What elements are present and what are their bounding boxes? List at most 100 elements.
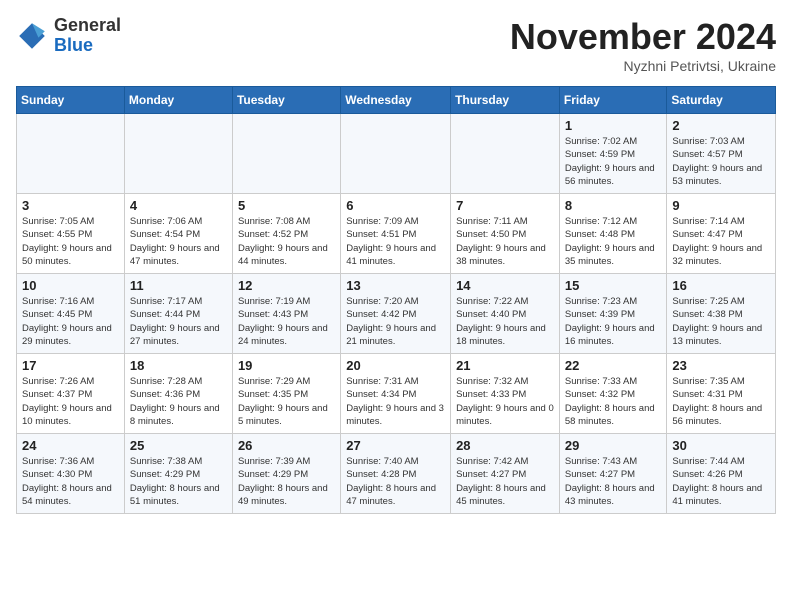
day-number: 18 — [130, 358, 227, 373]
day-number: 15 — [565, 278, 662, 293]
calendar-cell: 15 Sunrise: 7:23 AM Sunset: 4:39 PM Dayli… — [559, 274, 667, 354]
weekday-header-friday: Friday — [559, 87, 667, 114]
calendar-cell: 21Sunrise: 7:32 AM Sunset: 4:33 PM Dayli… — [451, 354, 560, 434]
day-info: Sunrise: 7:28 AM Sunset: 4:36 PM Dayligh… — [130, 375, 227, 428]
weekday-header-tuesday: Tuesday — [232, 87, 340, 114]
week-row-3: 10 Sunrise: 7:16 AM Sunset: 4:45 PM Dayli… — [17, 274, 776, 354]
day-info: Sunrise: 7:35 AM Sunset: 4:31 PM Dayligh… — [672, 375, 770, 428]
calendar-cell: 16 Sunrise: 7:25 AM Sunset: 4:38 PM Dayli… — [667, 274, 776, 354]
day-number: 21 — [456, 358, 554, 373]
day-number: 22 — [565, 358, 662, 373]
day-info: Sunrise: 7:16 AM Sunset: 4:45 PM Dayligh… — [22, 295, 119, 348]
calendar-cell — [17, 114, 125, 194]
day-number: 9 — [672, 198, 770, 213]
calendar-cell — [124, 114, 232, 194]
day-info: Sunrise: 7:36 AM Sunset: 4:30 PM Dayligh… — [22, 455, 119, 508]
calendar-cell: 5Sunrise: 7:08 AM Sunset: 4:52 PM Daylig… — [232, 194, 340, 274]
day-number: 1 — [565, 118, 662, 133]
calendar-cell: 26Sunrise: 7:39 AM Sunset: 4:29 PM Dayli… — [232, 434, 340, 514]
day-info: Sunrise: 7:43 AM Sunset: 4:27 PM Dayligh… — [565, 455, 662, 508]
week-row-5: 24 Sunrise: 7:36 AM Sunset: 4:30 PM Dayli… — [17, 434, 776, 514]
calendar-cell: 9 Sunrise: 7:14 AM Sunset: 4:47 PM Daylig… — [667, 194, 776, 274]
weekday-header-saturday: Saturday — [667, 87, 776, 114]
calendar-cell: 29 Sunrise: 7:43 AM Sunset: 4:27 PM Dayli… — [559, 434, 667, 514]
calendar-cell: 2 Sunrise: 7:03 AM Sunset: 4:57 PM Daylig… — [667, 114, 776, 194]
day-info: Sunrise: 7:20 AM Sunset: 4:42 PM Dayligh… — [346, 295, 445, 348]
page-header: General Blue November 2024 Nyzhni Petriv… — [16, 16, 776, 74]
day-info: Sunrise: 7:25 AM Sunset: 4:38 PM Dayligh… — [672, 295, 770, 348]
calendar-cell — [341, 114, 451, 194]
day-number: 11 — [130, 278, 227, 293]
day-info: Sunrise: 7:09 AM Sunset: 4:51 PM Dayligh… — [346, 215, 445, 268]
day-number: 7 — [456, 198, 554, 213]
day-number: 19 — [238, 358, 335, 373]
day-number: 4 — [130, 198, 227, 213]
day-number: 24 — [22, 438, 119, 453]
calendar-cell: 20 Sunrise: 7:31 AM Sunset: 4:34 PM Dayli… — [341, 354, 451, 434]
calendar-cell: 11Sunrise: 7:17 AM Sunset: 4:44 PM Dayli… — [124, 274, 232, 354]
logo: General Blue — [16, 16, 121, 56]
day-number: 14 — [456, 278, 554, 293]
day-number: 12 — [238, 278, 335, 293]
day-number: 3 — [22, 198, 119, 213]
weekday-header-sunday: Sunday — [17, 87, 125, 114]
calendar-cell — [451, 114, 560, 194]
day-info: Sunrise: 7:02 AM Sunset: 4:59 PM Dayligh… — [565, 135, 662, 188]
day-number: 10 — [22, 278, 119, 293]
day-info: Sunrise: 7:42 AM Sunset: 4:27 PM Dayligh… — [456, 455, 554, 508]
calendar-cell — [232, 114, 340, 194]
day-info: Sunrise: 7:05 AM Sunset: 4:55 PM Dayligh… — [22, 215, 119, 268]
calendar-cell: 14 Sunrise: 7:22 AM Sunset: 4:40 PM Dayli… — [451, 274, 560, 354]
day-info: Sunrise: 7:23 AM Sunset: 4:39 PM Dayligh… — [565, 295, 662, 348]
day-info: Sunrise: 7:22 AM Sunset: 4:40 PM Dayligh… — [456, 295, 554, 348]
day-info: Sunrise: 7:38 AM Sunset: 4:29 PM Dayligh… — [130, 455, 227, 508]
calendar-cell: 30Sunrise: 7:44 AM Sunset: 4:26 PM Dayli… — [667, 434, 776, 514]
day-info: Sunrise: 7:19 AM Sunset: 4:43 PM Dayligh… — [238, 295, 335, 348]
day-number: 29 — [565, 438, 662, 453]
day-info: Sunrise: 7:31 AM Sunset: 4:34 PM Dayligh… — [346, 375, 445, 428]
calendar-table: SundayMondayTuesdayWednesdayThursdayFrid… — [16, 86, 776, 514]
title-section: November 2024 Nyzhni Petrivtsi, Ukraine — [510, 16, 776, 74]
day-number: 27 — [346, 438, 445, 453]
day-number: 16 — [672, 278, 770, 293]
day-info: Sunrise: 7:12 AM Sunset: 4:48 PM Dayligh… — [565, 215, 662, 268]
calendar-cell: 17Sunrise: 7:26 AM Sunset: 4:37 PM Dayli… — [17, 354, 125, 434]
logo-icon — [16, 20, 48, 52]
calendar-cell: 18 Sunrise: 7:28 AM Sunset: 4:36 PM Dayli… — [124, 354, 232, 434]
calendar-cell: 13 Sunrise: 7:20 AM Sunset: 4:42 PM Dayli… — [341, 274, 451, 354]
day-number: 13 — [346, 278, 445, 293]
day-number: 25 — [130, 438, 227, 453]
day-number: 28 — [456, 438, 554, 453]
calendar-cell: 10 Sunrise: 7:16 AM Sunset: 4:45 PM Dayli… — [17, 274, 125, 354]
day-info: Sunrise: 7:39 AM Sunset: 4:29 PM Dayligh… — [238, 455, 335, 508]
calendar-cell: 4 Sunrise: 7:06 AM Sunset: 4:54 PM Daylig… — [124, 194, 232, 274]
calendar-cell: 1 Sunrise: 7:02 AM Sunset: 4:59 PM Daylig… — [559, 114, 667, 194]
day-info: Sunrise: 7:44 AM Sunset: 4:26 PM Dayligh… — [672, 455, 770, 508]
calendar-cell: 23Sunrise: 7:35 AM Sunset: 4:31 PM Dayli… — [667, 354, 776, 434]
calendar-cell: 25 Sunrise: 7:38 AM Sunset: 4:29 PM Dayli… — [124, 434, 232, 514]
day-info: Sunrise: 7:06 AM Sunset: 4:54 PM Dayligh… — [130, 215, 227, 268]
day-info: Sunrise: 7:03 AM Sunset: 4:57 PM Dayligh… — [672, 135, 770, 188]
day-info: Sunrise: 7:08 AM Sunset: 4:52 PM Dayligh… — [238, 215, 335, 268]
calendar-cell: 22Sunrise: 7:33 AM Sunset: 4:32 PM Dayli… — [559, 354, 667, 434]
day-number: 20 — [346, 358, 445, 373]
logo-text: General Blue — [54, 16, 121, 56]
day-number: 6 — [346, 198, 445, 213]
calendar-cell: 8 Sunrise: 7:12 AM Sunset: 4:48 PM Daylig… — [559, 194, 667, 274]
weekday-header-wednesday: Wednesday — [341, 87, 451, 114]
location: Nyzhni Petrivtsi, Ukraine — [510, 58, 776, 74]
day-number: 8 — [565, 198, 662, 213]
weekday-header-monday: Monday — [124, 87, 232, 114]
calendar-cell: 6 Sunrise: 7:09 AM Sunset: 4:51 PM Daylig… — [341, 194, 451, 274]
calendar-cell: 3 Sunrise: 7:05 AM Sunset: 4:55 PM Daylig… — [17, 194, 125, 274]
month-title: November 2024 — [510, 16, 776, 58]
day-number: 2 — [672, 118, 770, 133]
day-info: Sunrise: 7:40 AM Sunset: 4:28 PM Dayligh… — [346, 455, 445, 508]
weekday-header-row: SundayMondayTuesdayWednesdayThursdayFrid… — [17, 87, 776, 114]
calendar-cell: 28 Sunrise: 7:42 AM Sunset: 4:27 PM Dayli… — [451, 434, 560, 514]
day-info: Sunrise: 7:14 AM Sunset: 4:47 PM Dayligh… — [672, 215, 770, 268]
day-info: Sunrise: 7:11 AM Sunset: 4:50 PM Dayligh… — [456, 215, 554, 268]
day-info: Sunrise: 7:26 AM Sunset: 4:37 PM Dayligh… — [22, 375, 119, 428]
week-row-4: 17Sunrise: 7:26 AM Sunset: 4:37 PM Dayli… — [17, 354, 776, 434]
calendar-cell: 27 Sunrise: 7:40 AM Sunset: 4:28 PM Dayli… — [341, 434, 451, 514]
